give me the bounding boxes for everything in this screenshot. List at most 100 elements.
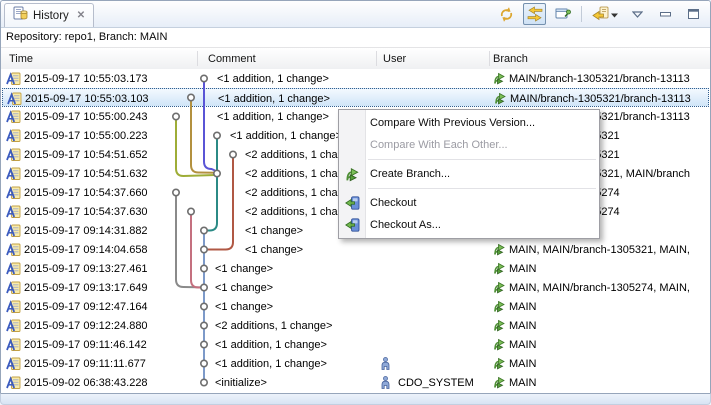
pin-view-button[interactable]: [551, 3, 574, 25]
column-header-time[interactable]: Time: [9, 48, 33, 69]
branch-icon: [493, 357, 506, 370]
commit-info-icon: [6, 338, 21, 352]
branch-icon: [493, 376, 506, 389]
commit-info-icon: [6, 148, 21, 162]
view-menu-button[interactable]: [626, 3, 649, 25]
comment-cell: <1 change>: [215, 278, 273, 297]
table-row[interactable]: 2015-09-17 09:12:24.880<2 additions, 1 c…: [2, 316, 709, 335]
menu-item-label: Checkout As...: [370, 219, 441, 231]
comment-cell: <1 addition, 1 change>: [217, 107, 329, 126]
branch-filter-icon: [592, 6, 609, 22]
column-divider[interactable]: [489, 51, 490, 66]
window-bottom-edge: [0, 394, 711, 405]
link-with-editor-icon: [527, 6, 543, 22]
table-row[interactable]: 2015-09-17 09:13:27.461<1 change>MAIN: [2, 259, 709, 278]
table-row[interactable]: 2015-09-02 06:38:43.228<initialize>CDO_S…: [2, 373, 709, 392]
branch-icon: [493, 319, 506, 332]
maximize-button[interactable]: [682, 3, 705, 25]
commit-info-icon: [7, 92, 22, 106]
commit-info-icon: [6, 281, 21, 295]
menu-item-compare-with-previous-version[interactable]: Compare With Previous Version...: [339, 112, 599, 134]
checkout-icon: [345, 196, 360, 210]
branch-cell: MAIN: [509, 316, 537, 335]
time-cell: 2015-09-17 09:13:27.461: [24, 259, 148, 278]
comment-cell: <1 change>: [215, 297, 273, 316]
comment-cell: <1 addition, 1 change>: [217, 69, 329, 88]
commit-info-icon: [6, 167, 21, 181]
branch-icon: [493, 281, 506, 294]
column-header-branch[interactable]: Branch: [493, 48, 528, 69]
column-header-comment[interactable]: Comment: [208, 48, 256, 69]
time-cell: 2015-09-17 10:55:00.243: [24, 107, 148, 126]
column-header-user[interactable]: User: [383, 48, 406, 69]
commit-info-icon: [6, 129, 21, 143]
branch-cell: MAIN/branch-1305321/branch-13113: [510, 89, 691, 108]
branch-icon: [493, 243, 506, 256]
table-row[interactable]: 2015-09-17 10:55:03.173 <1 addition, 1 ch…: [2, 69, 709, 88]
table-row[interactable]: 2015-09-17 09:11:46.142 <1 addition, 1 ch…: [2, 335, 709, 354]
context-menu: Compare With Previous Version... Compare …: [338, 109, 600, 239]
menu-separator: [368, 188, 596, 189]
comment-cell: <1 addition, 1 change>: [230, 126, 342, 145]
table-row[interactable]: 2015-09-17 09:14:04.658<1 change>MAIN, M…: [2, 240, 709, 259]
menu-item-compare-with-each-other: Compare With Each Other...: [339, 134, 599, 156]
commit-info-icon: [6, 319, 21, 333]
tab-history[interactable]: History ✕: [4, 3, 94, 27]
table-row[interactable]: 2015-09-17 10:55:03.103<1 addition, 1 ch…: [2, 88, 709, 107]
comment-cell: <1 change>: [245, 240, 303, 259]
time-cell: 2015-09-17 09:12:24.880: [24, 316, 148, 335]
time-cell: 2015-09-17 09:13:17.649: [24, 278, 148, 297]
checkout-icon: [345, 218, 360, 232]
table-row[interactable]: 2015-09-17 09:11:11.677<1 addition, 1 ch…: [2, 354, 709, 373]
commit-info-icon: [6, 300, 21, 314]
table-row[interactable]: 2015-09-17 09:12:47.164<1 change>MAIN: [2, 297, 709, 316]
menu-item-checkout-as[interactable]: Checkout As...: [339, 214, 599, 236]
column-divider[interactable]: [197, 51, 198, 66]
time-cell: 2015-09-17 09:12:47.164: [24, 297, 148, 316]
history-view-icon: [13, 6, 28, 25]
view-menu-icon: [632, 11, 643, 18]
time-cell: 2015-09-17 10:54:51.632: [24, 164, 148, 183]
time-cell: 2015-09-17 09:11:46.142: [24, 335, 147, 354]
menu-item-checkout[interactable]: Checkout: [339, 192, 599, 214]
branch-cell: MAIN, MAIN/branch-1305321, MAIN,: [509, 240, 690, 259]
refresh-button[interactable]: [495, 3, 518, 25]
comment-cell: <1 addition, 1 change>: [218, 89, 330, 108]
menu-item-label: Compare With Previous Version...: [370, 117, 535, 129]
branch-icon: [493, 72, 506, 85]
menu-item-label: Checkout: [370, 197, 416, 209]
table-header: Time Comment User Branch: [1, 47, 710, 70]
tab-close-icon[interactable]: ✕: [77, 10, 85, 21]
time-cell: 2015-09-17 09:14:31.882: [24, 221, 148, 240]
table-row[interactable]: 2015-09-17 09:13:17.649 <1 change> MAIN, M…: [2, 278, 709, 297]
comment-cell: <initialize>: [215, 373, 267, 392]
branch-cell: MAIN: [509, 335, 537, 354]
maximize-icon: [688, 9, 699, 19]
toolbar-separator: [581, 6, 582, 22]
commit-info-icon: [6, 205, 21, 219]
time-cell: 2015-09-17 10:54:37.630: [24, 202, 148, 221]
branch-filter-dropdown-button[interactable]: [589, 3, 621, 25]
time-cell: 2015-09-17 10:55:03.173: [24, 69, 148, 88]
branch-icon: [494, 92, 507, 105]
user-cell: CDO_SYSTEM: [398, 373, 474, 392]
branch-icon: [345, 167, 360, 182]
comment-cell: <1 addition, 1 change>: [215, 354, 327, 373]
comment-cell: <1 change>: [215, 259, 273, 278]
minimize-button[interactable]: [654, 3, 677, 25]
commit-info-icon: [6, 243, 21, 257]
workbench-shell: History ✕: [0, 0, 711, 405]
commit-info-icon: [6, 262, 21, 276]
branch-cell: MAIN: [509, 373, 537, 392]
column-divider[interactable]: [376, 51, 377, 66]
menu-item-create-branch[interactable]: Create Branch...: [339, 163, 599, 185]
time-cell: 2015-09-17 10:55:00.223: [24, 126, 148, 145]
commit-info-icon: [6, 72, 21, 86]
link-with-editor-toggle[interactable]: [523, 3, 546, 25]
history-view-panel: History ✕: [0, 0, 711, 394]
comment-cell: <1 addition, 1 change>: [215, 335, 327, 354]
branch-cell: MAIN, MAIN/branch-1305274, MAIN,: [509, 278, 690, 297]
comment-cell: <1 change>: [245, 221, 303, 240]
user-icon: [381, 376, 390, 389]
branch-cell: MAIN: [509, 354, 537, 373]
